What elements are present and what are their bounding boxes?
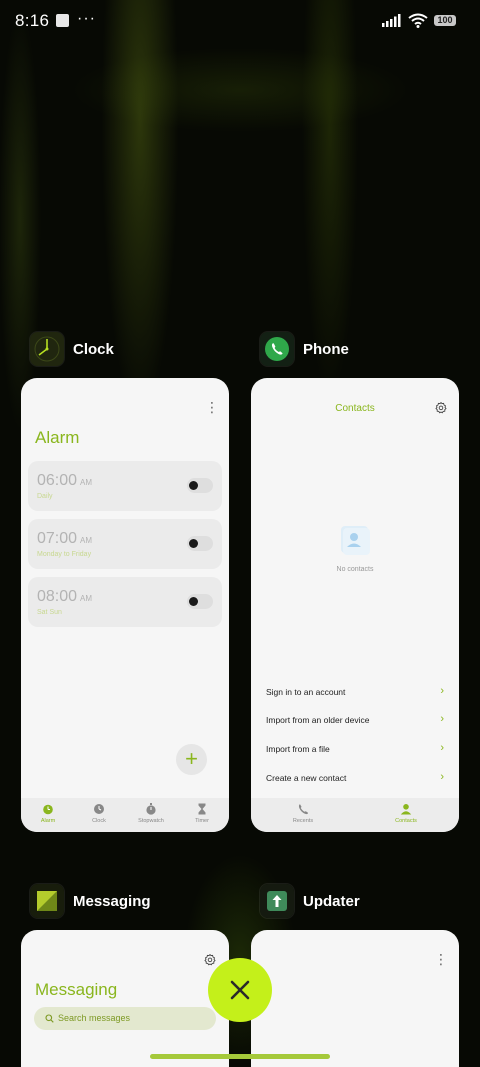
app-label-updater[interactable]: Updater bbox=[260, 884, 360, 918]
option-sign-in[interactable]: Sign in to an account › bbox=[266, 685, 444, 697]
app-label-phone[interactable]: Phone bbox=[260, 332, 349, 366]
contacts-empty-icon bbox=[341, 526, 370, 555]
square-notification-icon bbox=[56, 14, 69, 27]
person-icon bbox=[400, 804, 412, 815]
updater-app-card[interactable]: ⋮ bbox=[251, 930, 459, 1067]
settings-gear-icon[interactable] bbox=[204, 954, 216, 966]
option-label: Create a new contact bbox=[266, 773, 347, 783]
tab-label: Timer bbox=[195, 818, 209, 824]
phone-app-card[interactable]: Contacts No contacts Sign in to an accou… bbox=[251, 378, 459, 832]
alarm-time: 06:00 bbox=[37, 472, 78, 489]
stopwatch-icon bbox=[146, 803, 156, 815]
option-label: Import from an older device bbox=[266, 715, 370, 725]
tab-recents[interactable]: Recents bbox=[281, 803, 325, 824]
tab-timer[interactable]: Timer bbox=[180, 803, 224, 824]
app-label-text: Updater bbox=[303, 892, 360, 910]
bottom-nav: Recents Contacts bbox=[251, 798, 459, 832]
status-bar: 8:16 ··· 100 bbox=[0, 0, 480, 44]
tab-clock[interactable]: Clock bbox=[77, 803, 121, 824]
chevron-right-icon: › bbox=[440, 685, 444, 697]
settings-gear-icon[interactable] bbox=[435, 402, 447, 414]
search-input[interactable]: Search messages bbox=[34, 1007, 216, 1030]
app-label-text: Messaging bbox=[73, 892, 151, 910]
phone-icon bbox=[298, 804, 308, 815]
phone-app-icon bbox=[260, 332, 294, 366]
more-dots-icon: ··· bbox=[77, 10, 96, 27]
app-label-clock[interactable]: Clock bbox=[30, 332, 114, 366]
clock-icon bbox=[94, 804, 104, 814]
alarm-toggle[interactable] bbox=[187, 478, 213, 493]
tab-stopwatch[interactable]: Stopwatch bbox=[129, 803, 173, 824]
clock-app-icon bbox=[30, 332, 64, 366]
alarm-toggle[interactable] bbox=[187, 536, 213, 551]
add-alarm-button[interactable]: + bbox=[176, 744, 207, 775]
messaging-app-card[interactable]: Messaging Search messages bbox=[21, 930, 229, 1067]
alarm-repeat: Monday to Friday bbox=[37, 551, 92, 558]
alarm-item[interactable]: 07:00 AM Monday to Friday bbox=[28, 519, 222, 569]
messaging-app-icon bbox=[30, 884, 64, 918]
option-import-older-device[interactable]: Import from an older device › bbox=[266, 713, 444, 725]
alarm-time: 07:00 bbox=[37, 530, 78, 547]
chevron-right-icon: › bbox=[440, 713, 444, 725]
alarm-ampm: AM bbox=[80, 594, 93, 603]
alarm-time: 08:00 bbox=[37, 588, 78, 605]
tab-contacts[interactable]: Contacts bbox=[384, 803, 428, 824]
tab-label: Recents bbox=[292, 818, 314, 824]
alarm-toggle[interactable] bbox=[187, 594, 213, 609]
hourglass-icon bbox=[198, 803, 206, 815]
battery-icon: 100 bbox=[434, 15, 456, 26]
page-title: Contacts bbox=[335, 403, 375, 414]
app-label-text: Clock bbox=[73, 340, 114, 358]
bottom-nav: Alarm Clock Stopwatch Timer bbox=[21, 798, 229, 832]
option-label: Import from a file bbox=[266, 744, 330, 754]
clear-all-button[interactable] bbox=[208, 958, 272, 1022]
clock-app-card[interactable]: ⋮ Alarm 06:00 AM Daily 07:00 AM Monday to … bbox=[21, 378, 229, 832]
alarm-repeat: Daily bbox=[37, 493, 53, 500]
search-placeholder: Search messages bbox=[58, 1013, 131, 1023]
wifi-icon bbox=[408, 13, 428, 28]
alarm-repeat: Sat Sun bbox=[37, 609, 62, 616]
app-label-text: Phone bbox=[303, 340, 349, 358]
tab-label: Alarm bbox=[40, 818, 56, 824]
chevron-right-icon: › bbox=[440, 742, 444, 754]
alarm-item[interactable]: 06:00 AM Daily bbox=[28, 461, 222, 511]
alarm-ampm: AM bbox=[80, 536, 93, 545]
tab-label: Contacts bbox=[395, 818, 417, 824]
more-options-icon[interactable]: ⋮ bbox=[434, 952, 448, 966]
alarm-icon bbox=[43, 804, 53, 815]
gesture-home-bar[interactable] bbox=[150, 1054, 330, 1059]
app-label-messaging[interactable]: Messaging bbox=[30, 884, 151, 918]
signal-icon bbox=[382, 14, 401, 27]
tab-alarm[interactable]: Alarm bbox=[26, 803, 70, 824]
alarm-item[interactable]: 08:00 AM Sat Sun bbox=[28, 577, 222, 627]
chevron-right-icon: › bbox=[440, 771, 444, 783]
page-title: Messaging bbox=[35, 980, 118, 999]
tab-label: Stopwatch bbox=[138, 818, 164, 824]
empty-state-text: No contacts bbox=[336, 566, 374, 573]
option-import-file[interactable]: Import from a file › bbox=[266, 742, 444, 754]
close-icon bbox=[230, 980, 250, 1000]
option-create-contact[interactable]: Create a new contact › bbox=[266, 771, 444, 783]
search-icon bbox=[45, 1014, 54, 1023]
option-label: Sign in to an account bbox=[266, 687, 346, 697]
updater-app-icon bbox=[260, 884, 294, 918]
page-title: Alarm bbox=[35, 428, 80, 447]
alarm-ampm: AM bbox=[80, 478, 93, 487]
more-options-icon[interactable]: ⋮ bbox=[205, 400, 219, 414]
status-time: 8:16 bbox=[15, 11, 50, 30]
tab-label: Clock bbox=[92, 818, 106, 824]
